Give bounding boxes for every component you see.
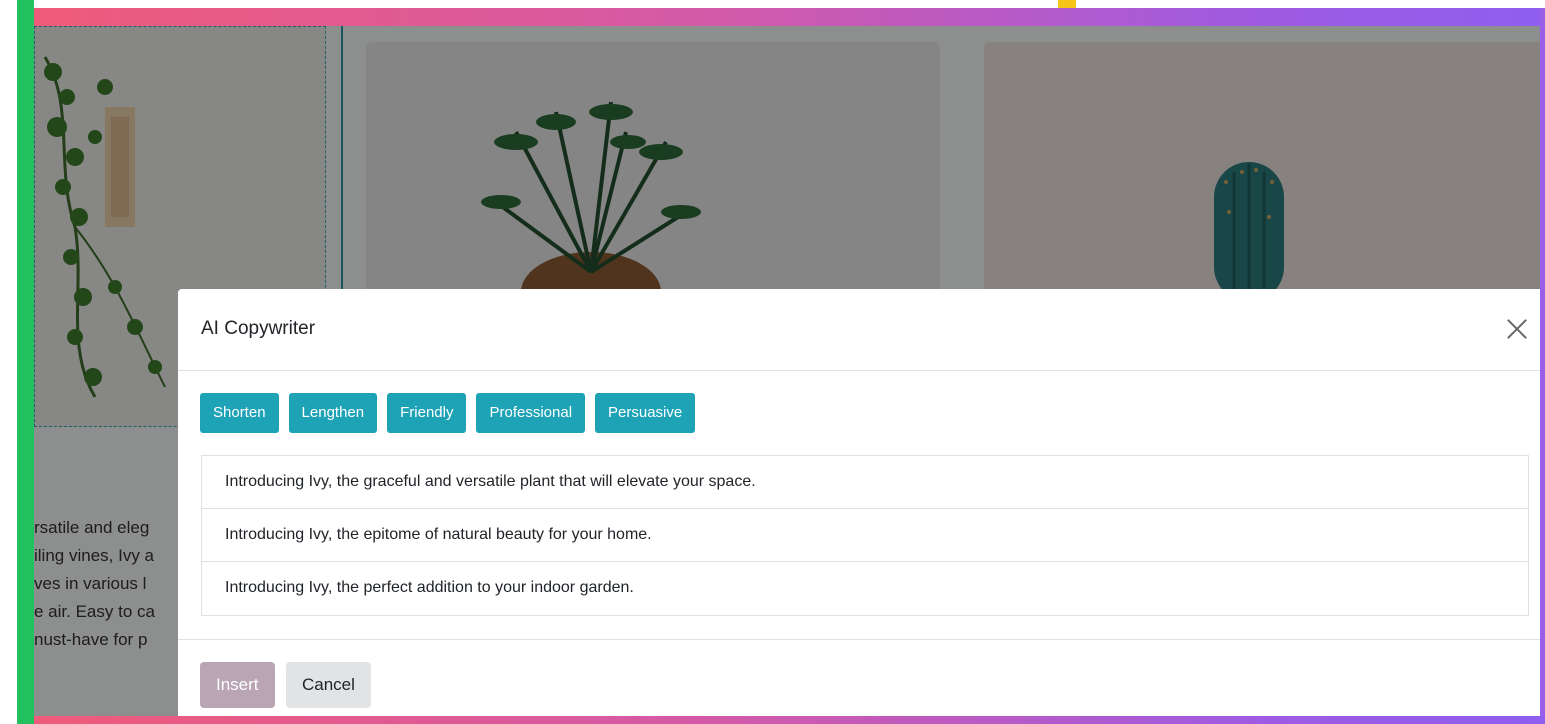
ai-copywriter-dialog: AI Copywriter Shorten Lengthen Friendly … (178, 289, 1540, 716)
suggestion-list: Introducing Ivy, the graceful and versat… (201, 455, 1529, 616)
persuasive-button[interactable]: Persuasive (595, 393, 696, 433)
cancel-button[interactable]: Cancel (286, 662, 371, 708)
dialog-title: AI Copywriter (201, 318, 316, 339)
friendly-button[interactable]: Friendly (387, 393, 467, 433)
bottom-gradient-bar (34, 716, 1545, 724)
yellow-tab-marker (1058, 0, 1076, 8)
insert-button[interactable]: Insert (200, 662, 275, 708)
dialog-footer: Insert Cancel (178, 639, 1540, 716)
lengthen-button[interactable]: Lengthen (288, 393, 378, 433)
shorten-button[interactable]: Shorten (200, 393, 279, 433)
top-strip (34, 0, 1545, 8)
left-green-bar (17, 0, 34, 724)
suggestion-item[interactable]: Introducing Ivy, the graceful and versat… (202, 456, 1528, 509)
close-icon[interactable] (1504, 316, 1530, 342)
dialog-header: AI Copywriter (178, 289, 1540, 371)
professional-button[interactable]: Professional (476, 393, 586, 433)
top-gradient-bar (34, 8, 1545, 26)
suggestion-item[interactable]: Introducing Ivy, the perfect addition to… (202, 562, 1528, 615)
suggestion-item[interactable]: Introducing Ivy, the epitome of natural … (202, 509, 1528, 562)
right-gradient-edge (1540, 8, 1545, 724)
tone-button-group: Shorten Lengthen Friendly Professional P… (200, 393, 696, 433)
